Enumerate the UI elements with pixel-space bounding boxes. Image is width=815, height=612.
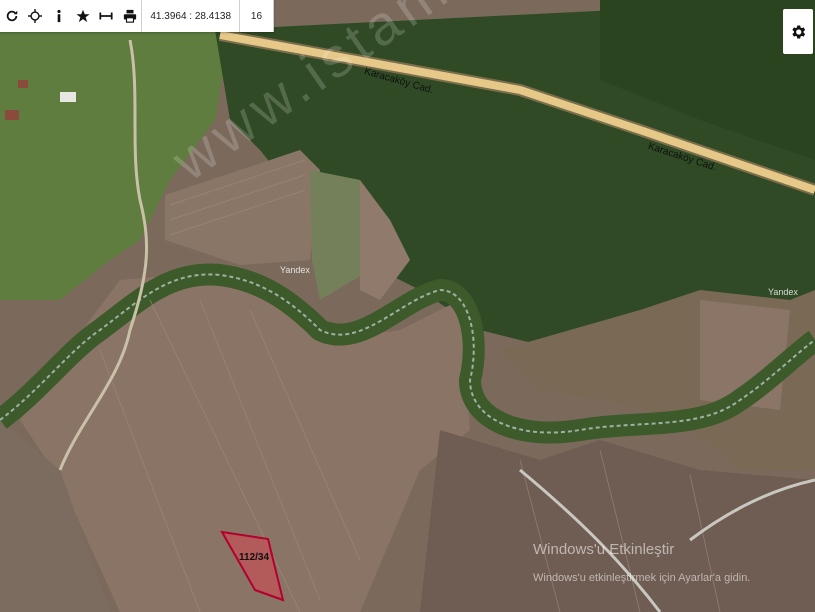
toolbar-divider: [273, 0, 274, 32]
settings-button[interactable]: [783, 9, 813, 54]
refresh-icon[interactable]: [0, 0, 24, 32]
gear-icon: [792, 24, 806, 39]
windows-activation-title: Windows'u Etkinleştir: [533, 541, 675, 558]
print-icon[interactable]: [118, 0, 142, 32]
yandex-label: Yandex: [280, 265, 310, 275]
parcel-label[interactable]: 112/34: [239, 552, 269, 563]
info-icon[interactable]: [47, 0, 71, 32]
measure-icon[interactable]: [94, 0, 118, 32]
yandex-label: Yandex: [768, 287, 798, 297]
locate-icon[interactable]: [24, 0, 48, 32]
map-toolbar: 41.3964 : 28.4138 16: [0, 0, 274, 32]
windows-activation-subtitle: Windows'u etkinleştirmek için Ayarlar'a …: [533, 572, 751, 584]
zoom-level: 16: [250, 10, 263, 22]
star-icon[interactable]: [71, 0, 95, 32]
satellite-map[interactable]: [0, 0, 815, 612]
coordinates-readout: 41.3964 : 28.4138: [150, 10, 232, 22]
